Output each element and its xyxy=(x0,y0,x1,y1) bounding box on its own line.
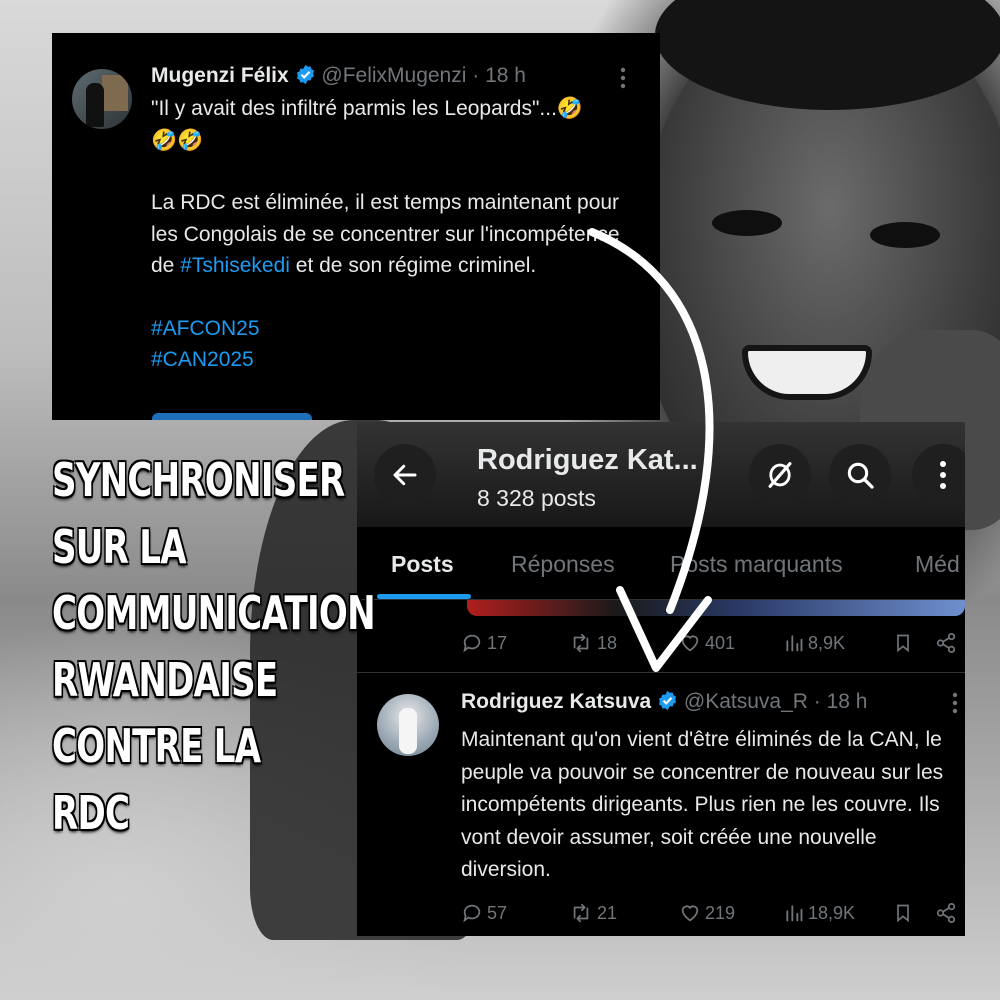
back-arrow-icon xyxy=(393,464,417,486)
share-button[interactable] xyxy=(935,902,957,924)
tab-posts[interactable]: Posts xyxy=(391,551,454,578)
hashtag-link[interactable]: #Tshisekedi xyxy=(180,254,290,277)
headline-text: SYNCHRONISER SUR LA COMMUNICATION RWANDA… xyxy=(52,447,376,846)
verified-badge-icon xyxy=(295,64,316,91)
headline-line-4: RWANDAISE xyxy=(52,652,278,707)
avatar-katsuva[interactable] xyxy=(377,694,439,756)
repost-icon xyxy=(573,903,589,923)
tab-media[interactable]: Méd xyxy=(915,551,960,578)
avatar-figure xyxy=(399,708,417,754)
headline-line-2: SUR LA xyxy=(52,519,187,574)
reply-button[interactable]: 57 xyxy=(461,902,507,924)
views-count: 8,9K xyxy=(808,632,846,653)
more-dots-icon[interactable] xyxy=(951,692,959,720)
author-handle[interactable]: @Katsuva_R xyxy=(684,690,808,713)
avatar-picture-frame xyxy=(102,75,128,111)
search-button[interactable] xyxy=(829,444,891,506)
tweet-body: Maintenant qu'on vient d'être éliminés d… xyxy=(461,728,944,881)
tweet-actions: 57 21 219 18,9K xyxy=(357,902,965,932)
views-button[interactable]: 8,9K xyxy=(784,632,845,654)
reply-icon xyxy=(463,904,481,923)
like-icon xyxy=(681,905,699,922)
headline-line-5: CONTRE LA xyxy=(52,719,261,773)
avatar-figure xyxy=(86,83,104,127)
headline-line-1: SYNCHRONISER xyxy=(52,453,345,507)
headline-line-3: COMMUNICATION xyxy=(52,586,376,640)
avatar-mugenzi[interactable] xyxy=(72,69,132,129)
views-icon xyxy=(786,905,803,922)
tweet-line-1: "Il y avait des infiltré parmis les Leop… xyxy=(151,97,584,120)
tweet-time[interactable]: · 18 h xyxy=(472,64,526,87)
reply-button[interactable]: 17 xyxy=(461,632,507,654)
reply-icon xyxy=(463,634,481,653)
share-icon xyxy=(936,902,956,924)
curved-arrow-icon xyxy=(588,228,714,672)
repost-button[interactable]: 21 xyxy=(569,902,617,924)
reply-count: 17 xyxy=(487,632,508,653)
author-name[interactable]: Rodriguez Katsuva xyxy=(461,690,651,713)
author-handle[interactable]: @FelixMugenzi xyxy=(321,64,466,87)
views-button[interactable]: 18,9K xyxy=(784,902,855,924)
notification-bell-slash-icon xyxy=(768,462,792,488)
background-eye-right xyxy=(870,222,940,248)
profile-more-button[interactable] xyxy=(912,444,965,506)
verified-badge-icon xyxy=(657,690,678,717)
bookmark-button[interactable] xyxy=(893,632,913,654)
more-dots-icon xyxy=(940,461,946,489)
tweet-line-2: 🤣🤣 xyxy=(151,128,204,152)
bookmark-button[interactable] xyxy=(893,902,913,924)
tweet-time[interactable]: · 18 h xyxy=(814,690,868,713)
headline-line-6: RDC xyxy=(52,785,130,840)
back-button[interactable] xyxy=(374,444,436,506)
like-button[interactable]: 219 xyxy=(679,902,735,924)
search-icon xyxy=(847,462,874,489)
author-name[interactable]: Mugenzi Félix xyxy=(151,64,289,87)
share-icon xyxy=(936,632,956,654)
bookmark-icon xyxy=(897,634,909,653)
views-count: 18,9K xyxy=(808,902,856,923)
share-button[interactable] xyxy=(935,632,957,654)
repost-count: 21 xyxy=(597,902,618,923)
like-count: 219 xyxy=(705,902,736,923)
views-icon xyxy=(786,635,803,652)
media-preview[interactable] xyxy=(152,413,312,420)
more-dots-icon[interactable] xyxy=(619,67,627,95)
tweet-header: Rodriguez Katsuva @Katsuva_R · 18 h xyxy=(461,690,867,717)
tweet-paragraph-end: et de son régime criminel. xyxy=(289,254,537,277)
tweet-header: Mugenzi Félix @FelixMugenzi · 18 h xyxy=(151,64,526,91)
reply-count: 57 xyxy=(487,902,508,923)
bookmark-icon xyxy=(897,904,909,923)
